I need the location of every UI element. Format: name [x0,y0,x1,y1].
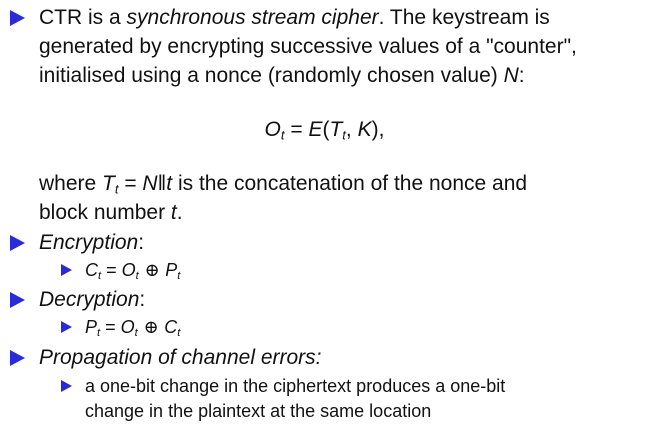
sub-bullet-triangle-icon [61,321,72,333]
sub-bullet-triangle-icon [61,380,72,392]
sub-bullet-triangle-icon [61,264,72,276]
ctr-block-line: block number t. [39,201,183,224]
bullet-triangle-icon [10,235,25,251]
propagation-line-1: a one-bit change in the ciphertext produ… [85,376,506,396]
ctr-equation: Ot = E(Tt, K), [264,118,385,143]
ctr-emphasis: synchronous stream cipher [126,6,379,29]
ctr-line-2: generated by encrypting successive value… [39,35,577,58]
bullet-triangle-icon [10,350,25,366]
encryption-formula: Ct = Ot ⊕ Pt [85,260,181,283]
encryption-heading: Encryption: [39,231,145,254]
propagation-heading: Propagation of channel errors: [39,346,322,369]
bullet-triangle-icon [10,292,25,308]
ctr-where-line: where Tt = N‖t is the concatenation of t… [39,172,528,197]
decryption-heading: Decryption: [39,288,146,311]
propagation-line-2: change in the plaintext at the same loca… [85,401,432,421]
bullet-triangle-icon [10,10,25,26]
ctr-line-3: initialised using a nonce (randomly chos… [39,64,525,87]
ctr-line-1: CTR is a synchronous stream cipher. The … [39,6,550,29]
decryption-formula: Pt = Ot ⊕ Ct [85,317,181,340]
